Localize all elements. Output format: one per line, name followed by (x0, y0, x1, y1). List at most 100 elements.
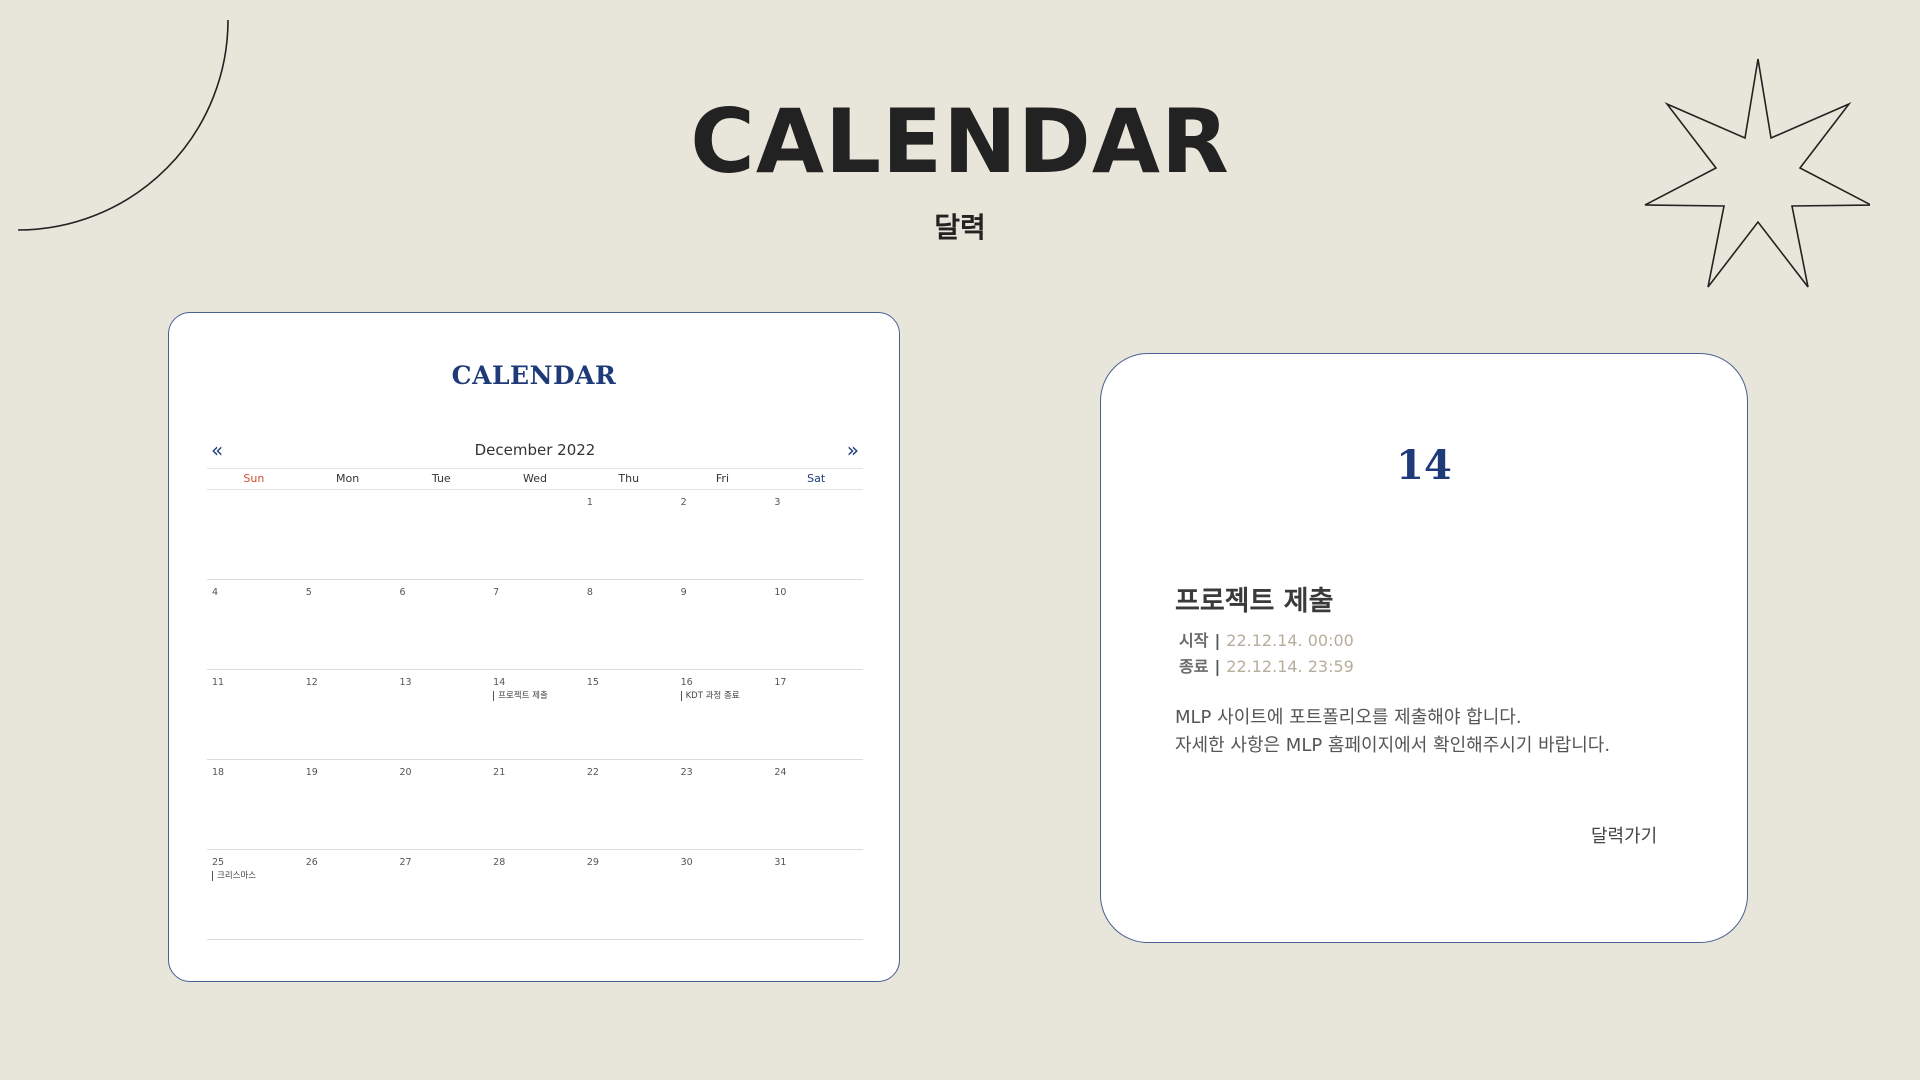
day-number: 16 (680, 677, 693, 688)
calendar-logo: CALENDAR (451, 361, 617, 390)
day-number: 27 (399, 857, 412, 868)
day-number: 7 (493, 587, 500, 598)
day-number: 9 (680, 587, 687, 598)
event-end-row: 종료 | 22.12.14. 23:59 (1179, 654, 1354, 680)
calendar-grid: Sun Mon Tue Wed Thu Fri Sat 1 2 3 4 5 6 7 8 9 10 1… (207, 468, 863, 940)
end-label: 종료 (1179, 657, 1209, 676)
day-number: 15 (586, 677, 599, 688)
calendar-day-cell[interactable]: 14 프로젝트 제출 (488, 670, 582, 759)
day-number: 18 (212, 767, 225, 778)
calendar-day-cell[interactable]: 5 (301, 580, 395, 669)
month-label: December 2022 (474, 441, 596, 459)
event-meta: 시작 | 22.12.14. 00:00 종료 | 22.12.14. 23:59 (1179, 628, 1354, 680)
calendar-day-cell[interactable]: 6 (394, 580, 488, 669)
day-number: 25 (212, 857, 225, 868)
calendar-week-row: 18 19 20 21 22 23 24 (207, 760, 863, 850)
day-number: 8 (586, 587, 593, 598)
end-separator: | (1214, 657, 1221, 676)
calendar-nav: « December 2022 » (207, 437, 863, 463)
calendar-day-cell[interactable]: 18 (207, 760, 301, 849)
page-subtitle: 달력 (934, 211, 986, 244)
weekday-header: Sun Mon Tue Wed Thu Fri Sat (207, 468, 863, 490)
calendar-week-row: 4 5 6 7 8 9 10 (207, 580, 863, 670)
calendar-event[interactable]: KDT 과정 종료 (680, 691, 765, 701)
calendar-day-cell[interactable]: 12 (301, 670, 395, 759)
calendar-weeks: 1 2 3 4 5 6 7 8 9 10 11 12 13 14 프로젝트 제출 15 16 KDT 과정 종료 1… (207, 490, 863, 940)
day-number: 14 (493, 677, 506, 688)
day-number: 1 (586, 497, 593, 508)
day-number: 21 (493, 767, 506, 778)
calendar-day-cell[interactable]: 21 (488, 760, 582, 849)
event-title: 프로젝트 제출 (1175, 586, 1334, 617)
event-date: 14 (1396, 442, 1452, 489)
day-number: 31 (774, 857, 787, 868)
weekday-thu: Thu (618, 472, 640, 485)
calendar-day-cell (488, 490, 582, 579)
calendar-day-cell[interactable]: 20 (394, 760, 488, 849)
start-label: 시작 (1179, 631, 1209, 650)
weekday-mon: Mon (335, 472, 360, 485)
calendar-day-cell[interactable]: 24 (769, 760, 863, 849)
calendar-week-row: 11 12 13 14 프로젝트 제출 15 16 KDT 과정 종료 17 (207, 670, 863, 760)
calendar-day-cell[interactable]: 17 (769, 670, 863, 759)
calendar-day-cell[interactable]: 2 (676, 490, 770, 579)
calendar-day-cell[interactable]: 19 (301, 760, 395, 849)
double-chevron-right-icon[interactable]: » (847, 437, 859, 463)
calendar-day-cell[interactable]: 25 크리스마스 (207, 850, 301, 939)
calendar-event[interactable]: 크리스마스 (212, 871, 296, 881)
calendar-day-cell[interactable]: 11 (207, 670, 301, 759)
calendar-day-cell[interactable]: 7 (488, 580, 582, 669)
day-number: 24 (774, 767, 787, 778)
day-number: 3 (774, 497, 781, 508)
weekday-sun: Sun (243, 472, 265, 485)
start-value: 22.12.14. 00:00 (1226, 631, 1354, 650)
weekday-fri: Fri (715, 472, 729, 485)
calendar-day-cell[interactable]: 13 (394, 670, 488, 759)
day-number: 12 (305, 677, 318, 688)
calendar-day-cell[interactable]: 15 (582, 670, 676, 759)
weekday-tue: Tue (431, 472, 451, 485)
calendar-day-cell[interactable]: 29 (582, 850, 676, 939)
calendar-day-cell[interactable]: 26 (301, 850, 395, 939)
day-number: 17 (774, 677, 787, 688)
event-desc-line: MLP 사이트에 포트폴리오를 제출해야 합니다. (1175, 707, 1522, 728)
calendar-day-cell[interactable]: 3 (769, 490, 863, 579)
day-number: 19 (305, 767, 318, 778)
calendar-day-cell[interactable]: 10 (769, 580, 863, 669)
page-title: CALENDAR (690, 90, 1230, 193)
calendar-day-cell[interactable]: 8 (582, 580, 676, 669)
calendar-day-cell (301, 490, 395, 579)
event-start-row: 시작 | 22.12.14. 00:00 (1179, 628, 1354, 654)
day-number: 2 (680, 497, 687, 508)
calendar-day-cell[interactable]: 31 (769, 850, 863, 939)
day-number: 20 (399, 767, 412, 778)
day-number: 6 (399, 587, 406, 598)
calendar-day-cell (207, 490, 301, 579)
day-number: 26 (305, 857, 318, 868)
day-number: 5 (305, 587, 312, 598)
day-number: 30 (680, 857, 693, 868)
event-desc-line: 자세한 사항은 MLP 홈페이지에서 확인해주시기 바랍니다. (1175, 735, 1611, 756)
end-value: 22.12.14. 23:59 (1226, 657, 1354, 676)
event-description: MLP 사이트에 포트폴리오를 제출해야 합니다. 자세한 사항은 MLP 홈페… (1175, 704, 1610, 760)
day-number: 11 (212, 677, 225, 688)
day-number: 23 (680, 767, 693, 778)
calendar-day-cell[interactable]: 22 (582, 760, 676, 849)
go-to-calendar-link[interactable]: 달력가기 (1591, 822, 1657, 848)
day-number: 13 (399, 677, 412, 688)
calendar-day-cell[interactable]: 27 (394, 850, 488, 939)
calendar-day-cell (394, 490, 488, 579)
day-number: 4 (212, 587, 219, 598)
weekday-sat: Sat (807, 472, 826, 485)
calendar-day-cell[interactable]: 9 (676, 580, 770, 669)
calendar-day-cell[interactable]: 4 (207, 580, 301, 669)
calendar-day-cell[interactable]: 23 (676, 760, 770, 849)
day-number: 10 (774, 587, 787, 598)
calendar-day-cell[interactable]: 1 (582, 490, 676, 579)
calendar-event[interactable]: 프로젝트 제출 (493, 691, 577, 701)
weekday-wed: Wed (523, 472, 547, 485)
calendar-day-cell[interactable]: 30 (676, 850, 770, 939)
day-number: 29 (586, 857, 599, 868)
calendar-day-cell[interactable]: 28 (488, 850, 582, 939)
calendar-day-cell[interactable]: 16 KDT 과정 종료 (676, 670, 770, 759)
